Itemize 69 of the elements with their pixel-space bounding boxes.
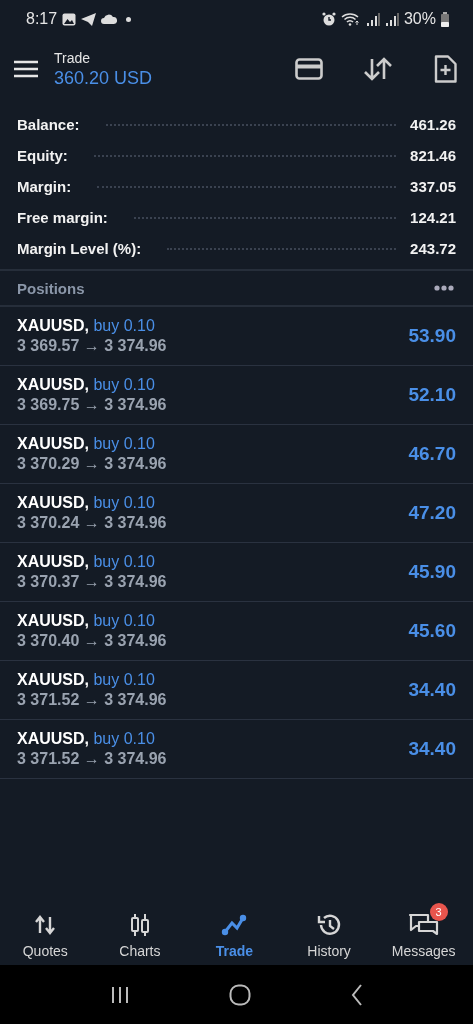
position-row[interactable]: XAUUSD, buy 0.10 3 369.75 → 3 374.96 52.10 [0,366,473,425]
battery-icon [441,11,449,27]
profit-value: 34.40 [408,679,456,701]
position-row[interactable]: XAUUSD, buy 0.10 3 371.52 → 3 374.96 34.40 [0,720,473,779]
position-title: XAUUSD, buy 0.10 [17,317,156,335]
summary-label: Free margin: [17,209,108,226]
position-title: XAUUSD, buy 0.10 [17,494,156,512]
wifi-icon [340,12,361,26]
signal-icon [365,12,380,26]
alarm-icon [321,12,336,26]
profit-value: 45.90 [408,561,456,583]
menu-button[interactable] [12,58,40,80]
profit-value: 53.90 [408,325,456,347]
position-title: XAUUSD, buy 0.10 [17,435,156,453]
battery-percent: 30% [403,10,436,28]
line-chart-icon [221,914,248,936]
summary-label: Balance: [17,116,80,133]
summary-value: 337.05 [410,178,456,195]
position-title: XAUUSD, buy 0.10 [17,553,156,571]
price-range: 3 370.29 → 3 374.96 [17,455,167,473]
up-down-arrows-icon [34,915,57,935]
summary-value: 243.72 [410,240,456,257]
position-row[interactable]: XAUUSD, buy 0.10 3 371.52 → 3 374.96 34.40 [0,661,473,720]
position-title: XAUUSD, buy 0.10 [17,671,156,689]
position-row[interactable]: XAUUSD, buy 0.10 3 370.37 → 3 374.96 45.90 [0,543,473,602]
card-icon[interactable] [293,56,325,82]
price-range: 3 371.52 → 3 374.96 [17,750,167,768]
position-row[interactable]: XAUUSD, buy 0.10 3 369.57 → 3 374.96 53.90 [0,307,473,366]
summary-label: Equity: [17,147,68,164]
screen-title: Trade [54,49,92,66]
price-range: 3 371.52 → 3 374.96 [17,691,167,709]
summary-label: Margin Level (%): [17,240,142,257]
nav-tab[interactable]: Trade [189,901,284,959]
nav-tab[interactable]: History [283,901,379,959]
price-range: 3 369.75 → 3 374.96 [17,396,167,414]
summary-value: 124.21 [410,209,456,226]
profit-value: 34.40 [408,738,456,760]
position-row[interactable]: XAUUSD, buy 0.10 3 370.40 → 3 374.96 45.60 [0,602,473,661]
signal-icon [384,12,399,26]
summary-label: Margin: [17,178,72,195]
price-range: 3 370.37 → 3 374.96 [17,573,167,591]
profit-value: 46.70 [408,443,456,465]
status-time: 8:17 [26,10,58,28]
more-icon[interactable] [432,283,456,293]
summary-value: 821.46 [410,147,456,164]
price-range: 3 370.24 → 3 374.96 [17,514,167,532]
unread-badge: 3 [429,903,448,921]
account-balance: 360.20 USD [54,67,153,89]
candlestick-icon [128,913,151,937]
summary-value: 461.26 [410,116,456,133]
nav-tab[interactable]: Quotes [0,901,95,959]
section-title: Positions [17,279,85,297]
nav-tab[interactable]: Charts [94,901,190,959]
position-title: XAUUSD, buy 0.10 [17,730,156,748]
profit-value: 45.60 [408,620,456,642]
image-icon [62,12,77,26]
notification-dot-icon [126,16,132,22]
position-row[interactable]: XAUUSD, buy 0.10 3 370.24 → 3 374.96 47.20 [0,484,473,543]
position-title: XAUUSD, buy 0.10 [17,376,156,394]
profit-value: 52.10 [408,384,456,406]
position-title: XAUUSD, buy 0.10 [17,612,156,630]
nav-tab[interactable]: 3 Messages [378,901,473,959]
profit-value: 47.20 [408,502,456,524]
price-range: 3 369.57 → 3 374.96 [17,337,167,355]
position-row[interactable]: XAUUSD, buy 0.10 3 370.29 → 3 374.96 46.70 [0,425,473,484]
cloud-icon [101,14,118,24]
send-icon [81,12,97,26]
history-icon [316,912,343,938]
price-range: 3 370.40 → 3 374.96 [17,632,167,650]
